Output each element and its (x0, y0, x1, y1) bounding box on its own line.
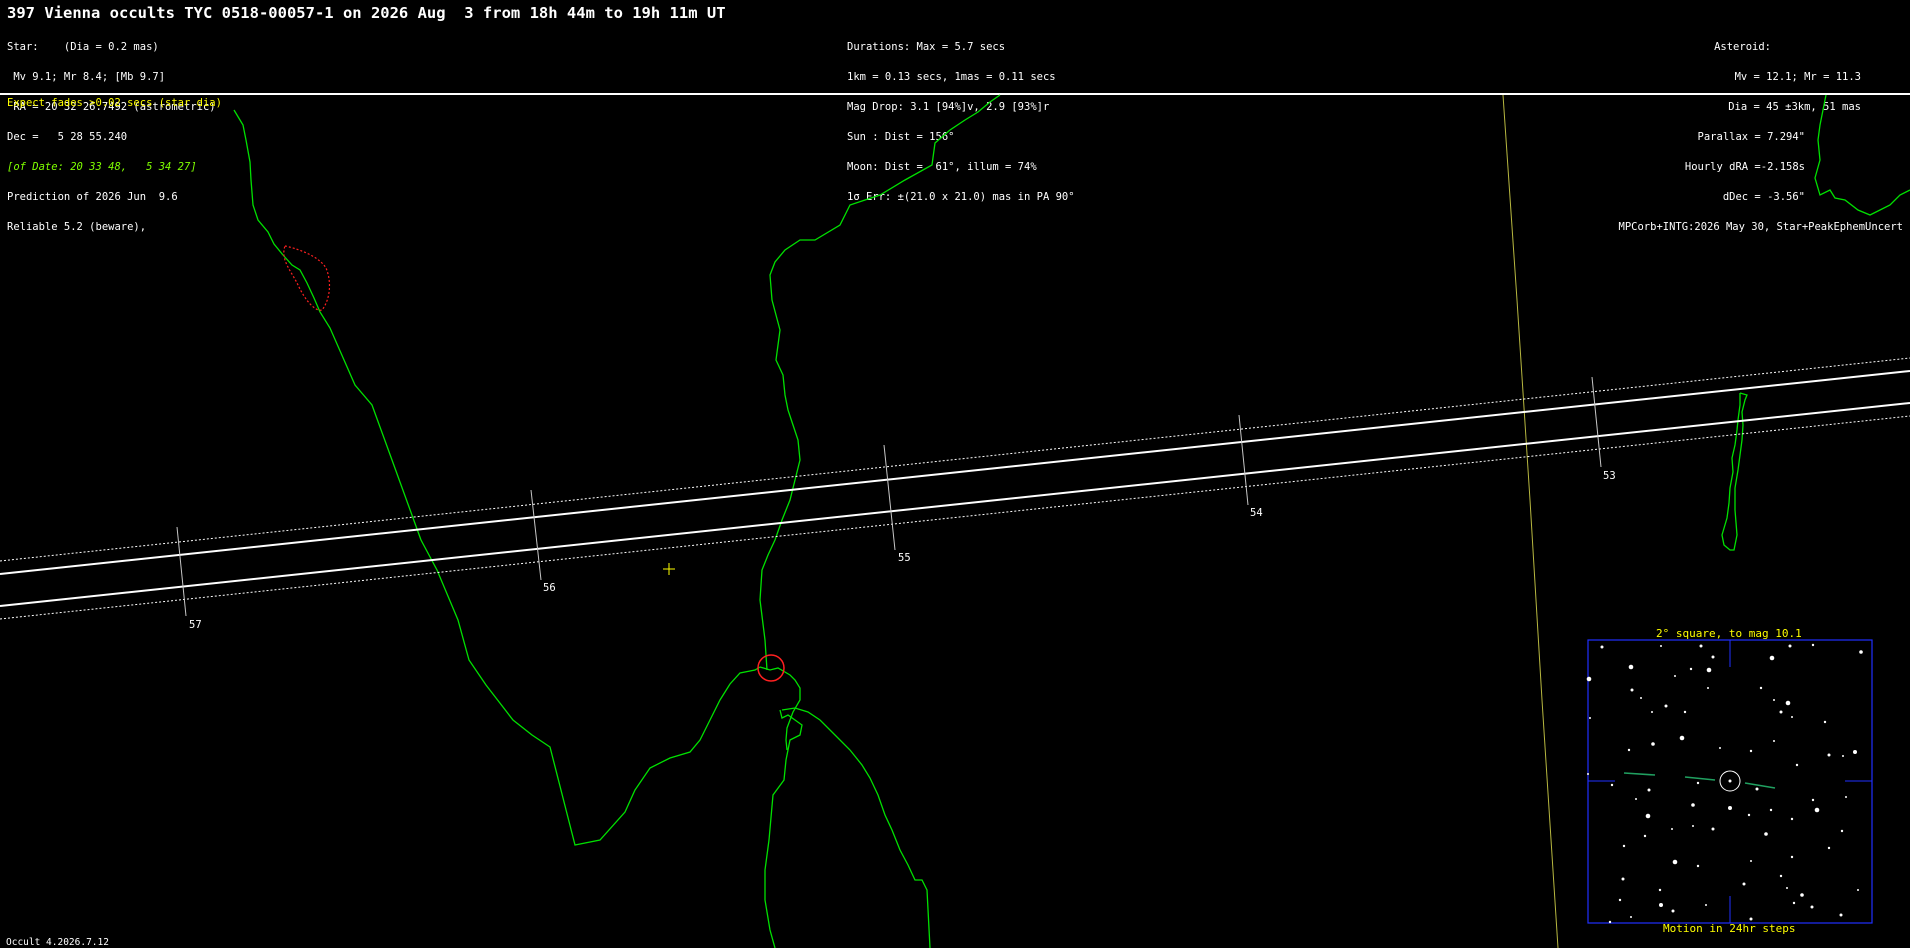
occultation-map[interactable]: 57 56 55 54 53 (0, 0, 1910, 948)
coastline-peninsula (764, 709, 803, 948)
time-tick (883, 444, 896, 551)
coastline-central (759, 94, 1001, 671)
meridian-line (1502, 94, 1559, 948)
center-cross-icon (663, 563, 675, 575)
finder-title: 2° square, to mag 10.1 (1656, 627, 1802, 640)
path-edge-south (0, 402, 1910, 607)
time-tick (530, 489, 542, 581)
dotted-region-outline (283, 245, 331, 311)
time-tick-label: 56 (543, 582, 556, 594)
coastline-west (233, 109, 761, 846)
path-sigma-north (0, 357, 1910, 562)
version-label: Occult 4.2026.7.12 (6, 937, 109, 948)
time-tick-label: 54 (1250, 507, 1263, 519)
time-tick-label: 55 (898, 552, 911, 564)
path-edge-north (0, 370, 1910, 575)
finder-chart (1586, 639, 1873, 924)
finder-footer: Motion in 24hr steps (1663, 922, 1796, 935)
occultation-path (0, 357, 1910, 620)
coastline-island (1721, 392, 1748, 551)
time-tick-group (176, 376, 1602, 617)
coastline-peninsula-east (781, 707, 931, 948)
coastline-northeast (1814, 94, 1910, 216)
time-tick (176, 526, 187, 617)
time-tick-label: 57 (189, 619, 202, 631)
path-sigma-south (0, 415, 1910, 620)
time-tick-label: 53 (1603, 470, 1616, 482)
